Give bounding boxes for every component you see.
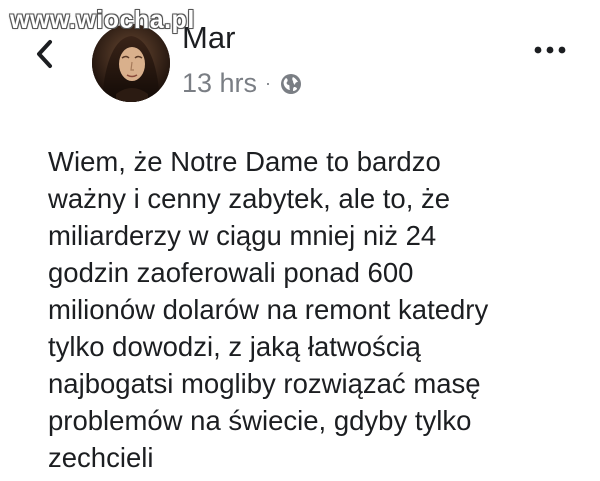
avatar[interactable] (92, 24, 170, 102)
post-meta: 13 hrs · (182, 68, 303, 99)
globe-icon (281, 73, 302, 94)
avatar-image (92, 24, 170, 102)
chevron-left-icon (37, 40, 52, 68)
more-options-button[interactable] (530, 40, 570, 60)
post-timestamp[interactable]: 13 hrs (182, 68, 257, 99)
more-dots-icon (534, 46, 566, 54)
back-button[interactable] (30, 38, 58, 70)
meta-separator: · (265, 73, 272, 93)
watermark: www.wiocha.pl (10, 6, 195, 34)
post-text: Wiem, że Notre Dame to bardzo ważny i ce… (48, 146, 489, 473)
post-screen: www.wiocha.pl Mar 13 hrs · Wiem, że Notr… (0, 0, 600, 481)
